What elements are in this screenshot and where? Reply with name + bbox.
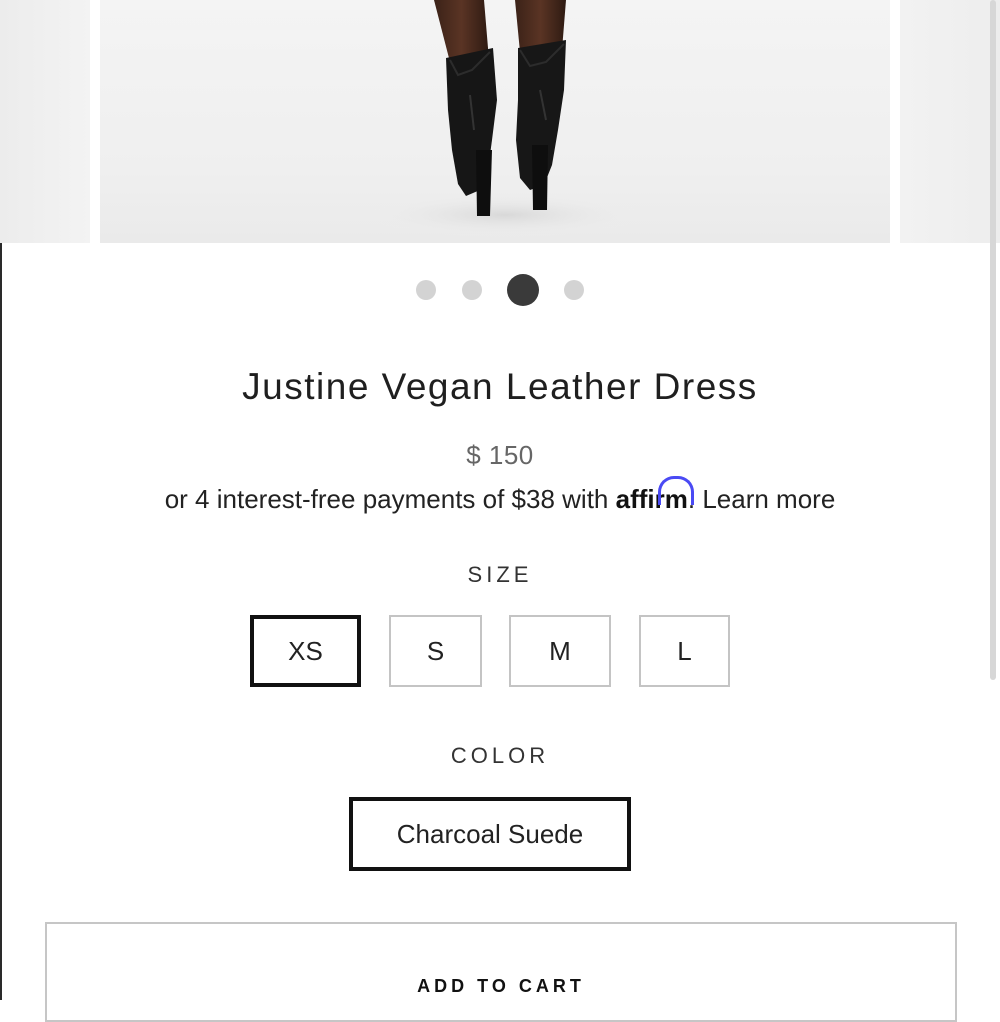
previous-product-image[interactable] <box>0 0 90 243</box>
affirm-logo: affirm <box>616 476 694 514</box>
next-product-image[interactable] <box>900 0 1000 243</box>
learn-more-link[interactable]: . Learn more <box>688 484 835 514</box>
color-label: COLOR <box>450 743 550 768</box>
financing-text: or 4 interest-free payments of $38 with <box>164 484 609 514</box>
pagination-dot-active[interactable] <box>507 274 539 306</box>
color-option-charcoal-suede[interactable]: Charcoal Suede <box>349 797 631 871</box>
size-option-xs[interactable]: XS <box>250 615 361 687</box>
carousel-pagination <box>0 274 1000 306</box>
pagination-dot[interactable] <box>416 280 436 300</box>
size-option-l[interactable]: L <box>639 615 730 687</box>
pagination-dot[interactable] <box>564 280 584 300</box>
product-image-carousel[interactable] <box>0 0 1000 243</box>
size-option-m[interactable]: M <box>509 615 611 687</box>
affirm-arc-icon <box>657 476 694 505</box>
boots-illustration <box>365 0 645 237</box>
add-to-cart-label: ADD TO CART <box>417 976 585 996</box>
product-title: Justine Vegan Leather Dress <box>242 366 758 407</box>
pagination-dot[interactable] <box>462 280 482 300</box>
product-price: $ 150 <box>466 440 534 470</box>
size-option-s[interactable]: S <box>389 615 482 687</box>
product-image[interactable] <box>100 0 890 243</box>
add-to-cart-button[interactable]: ADD TO CART <box>45 922 957 1022</box>
size-label: SIZE <box>467 562 533 587</box>
financing-message: or 4 interest-free payments of $38 with … <box>0 476 1000 515</box>
